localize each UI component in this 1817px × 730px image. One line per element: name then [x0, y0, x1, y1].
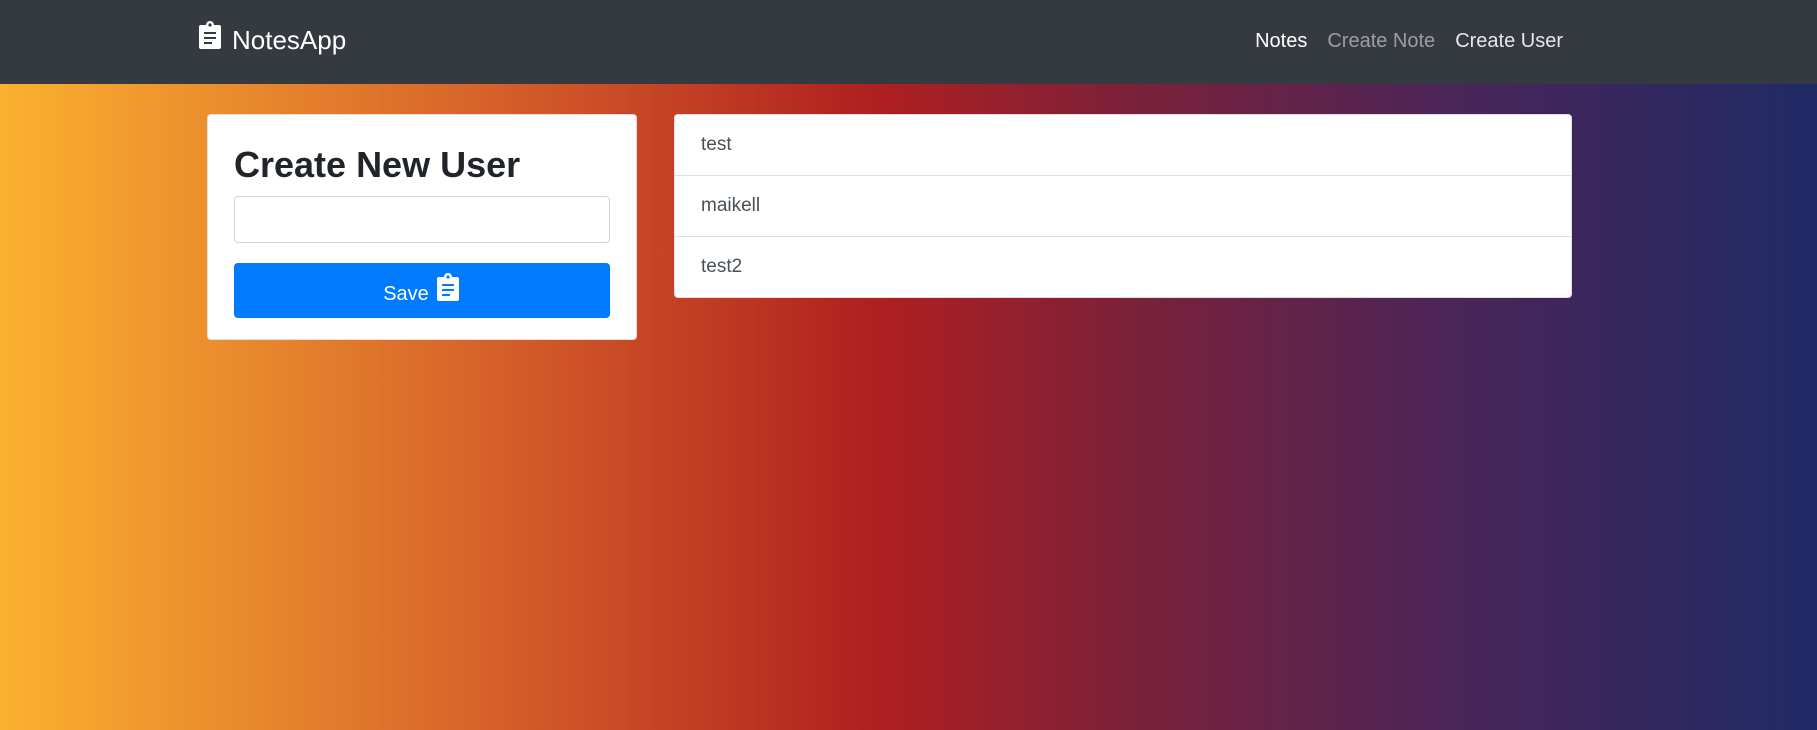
nav-link-create-note[interactable]: Create Note	[1317, 22, 1445, 60]
nav-links: Notes Create Note Create User	[1245, 22, 1573, 60]
brand-text: NotesApp	[232, 24, 347, 55]
username-input[interactable]	[234, 196, 610, 243]
save-button-label: Save	[383, 283, 429, 305]
navbar: NotesApp Notes Create Note Create User	[0, 0, 1817, 84]
user-list: test maikell test2	[674, 114, 1572, 298]
user-list-item[interactable]: test	[675, 115, 1571, 176]
save-button[interactable]: Save	[234, 263, 610, 318]
create-user-card: Create New User Save	[207, 114, 637, 340]
clipboard-icon	[436, 272, 459, 301]
user-list-item[interactable]: test2	[675, 237, 1571, 297]
user-list-item[interactable]: maikell	[675, 176, 1571, 237]
form-title: Create New User	[234, 144, 521, 185]
nav-link-create-user[interactable]: Create User	[1445, 22, 1573, 60]
brand-link[interactable]: NotesApp	[198, 18, 346, 62]
clipboard-icon	[199, 21, 221, 49]
nav-link-notes[interactable]: Notes	[1245, 22, 1317, 60]
